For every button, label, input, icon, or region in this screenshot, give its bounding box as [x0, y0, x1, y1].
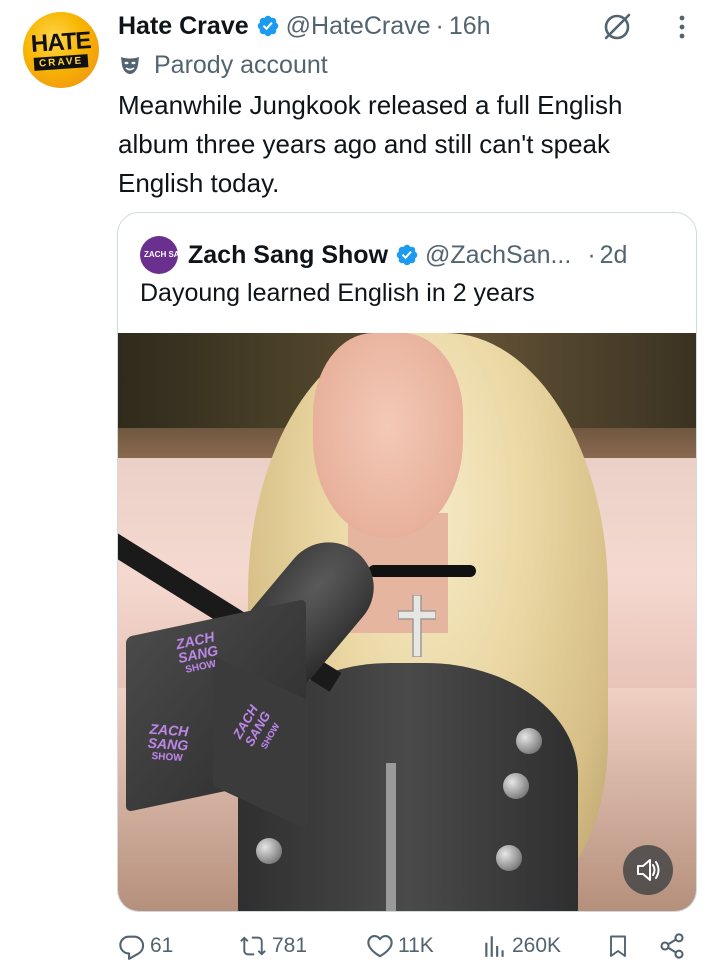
like-count: 11K	[398, 934, 434, 957]
quoted-tweet-text: Dayoung learned English in 2 years	[140, 279, 535, 307]
tweet-text: Meanwhile Jungkook released a full Engli…	[118, 90, 623, 198]
cross-pendant-icon	[398, 595, 436, 657]
quoted-tweet-timestamp[interactable]: 2d	[600, 241, 628, 270]
media-person-face	[313, 333, 463, 538]
views-count: 260K	[512, 934, 562, 957]
bookmark-button[interactable]	[606, 926, 634, 966]
quoted-header-separator: ·	[587, 240, 596, 269]
analytics-bars-icon	[485, 936, 504, 957]
quoted-video-media[interactable]: ZACH SANG SHOW ZACH SANG SHOW ZACH SANG …	[118, 333, 696, 911]
grok-icon[interactable]	[600, 10, 634, 44]
quoted-tweet-card[interactable]: ZACH SANG Zach Sang Show @ZachSan... · 2…	[117, 212, 697, 912]
reply-count: 61	[150, 934, 174, 957]
author-display-name[interactable]: Hate Crave	[118, 12, 249, 41]
media-person-choker	[368, 565, 476, 577]
quoted-tweet-header: ZACH SANG Zach Sang Show @ZachSan... · 2…	[140, 235, 627, 275]
tweet-timestamp[interactable]: 16h	[449, 12, 491, 41]
repost-icon	[240, 936, 266, 956]
tweet-action-bar: 61 781 11K 260K	[118, 926, 698, 966]
tweet-header: Hate Crave @HateCrave · 16h	[118, 8, 491, 44]
media-button-stud	[496, 845, 522, 871]
quoted-verified-badge-icon	[395, 243, 419, 267]
share-button[interactable]	[658, 926, 690, 966]
media-button-stud	[503, 773, 529, 799]
author-handle[interactable]: @HateCrave	[286, 12, 431, 41]
quoted-author-display-name[interactable]: Zach Sang Show	[188, 241, 388, 270]
parody-label: Parody account	[118, 48, 328, 82]
reply-icon	[119, 935, 145, 960]
parody-label-text: Parody account	[154, 50, 328, 79]
quoted-author-handle[interactable]: @ZachSan...	[425, 241, 571, 270]
quoted-avatar-text: ZACH SANG	[144, 250, 192, 259]
header-separator: ·	[435, 11, 444, 40]
like-button[interactable]: 11K	[366, 926, 434, 966]
share-icon	[660, 933, 684, 959]
reply-button[interactable]: 61	[118, 926, 173, 966]
heart-icon	[367, 935, 393, 958]
video-volume-button[interactable]	[623, 845, 673, 895]
author-avatar[interactable]: HATE CRAVE	[23, 12, 99, 88]
views-button[interactable]: 260K	[482, 926, 561, 966]
verified-badge-icon[interactable]	[256, 14, 280, 38]
media-button-stud	[516, 728, 542, 754]
speaker-icon	[637, 859, 660, 881]
media-button-stud	[256, 838, 282, 864]
avatar-logo-text: HATE	[30, 26, 92, 58]
mic-cube-label-front: ZACH SANG SHOW	[127, 720, 210, 767]
parody-mask-icon	[118, 53, 142, 77]
more-options-icon[interactable]	[670, 12, 694, 42]
repost-count: 781	[272, 934, 308, 957]
bookmark-icon	[610, 935, 626, 957]
quoted-author-avatar[interactable]: ZACH SANG	[140, 236, 192, 274]
repost-button[interactable]: 781	[238, 926, 307, 966]
media-person-zipper	[386, 763, 396, 911]
